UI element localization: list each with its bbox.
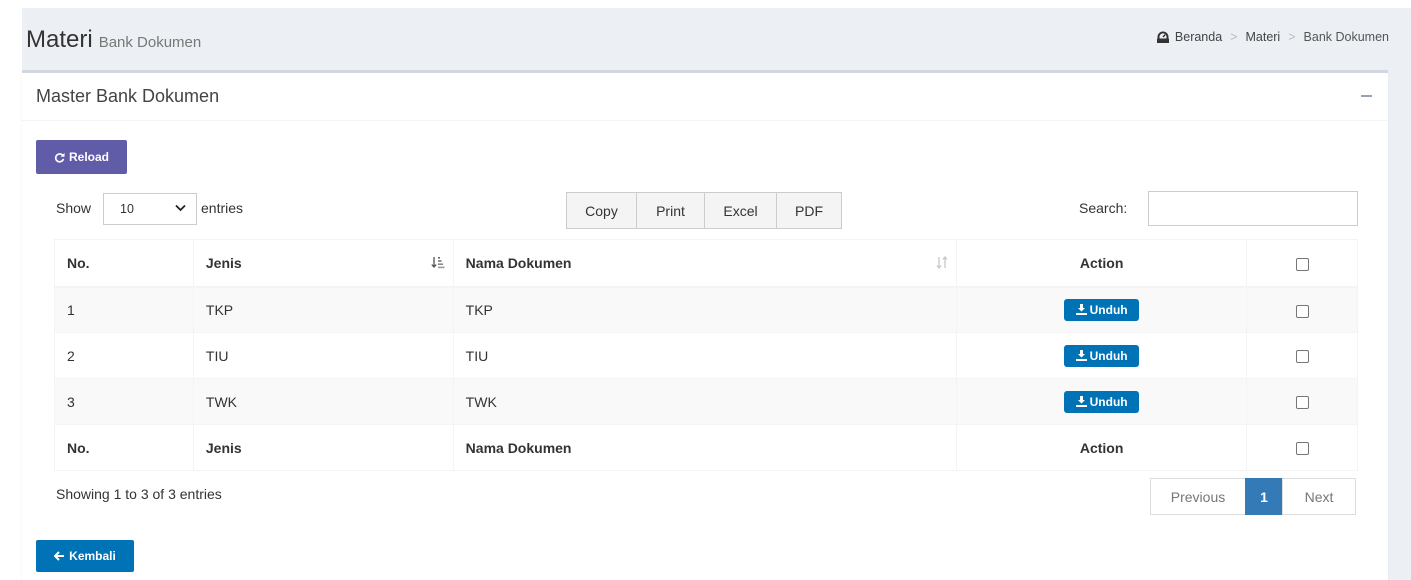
cell-nama-dokumen: TWK xyxy=(452,378,958,425)
page-subtitle: Bank Dokumen xyxy=(98,34,202,51)
breadcrumb-current: Bank Dokumen xyxy=(1303,30,1389,44)
breadcrumb-materi[interactable]: Materi xyxy=(1245,30,1280,44)
table-footer-row: No. Jenis Nama Dokumen Action xyxy=(54,424,1358,471)
unduh-button[interactable]: Unduh xyxy=(1064,344,1140,367)
excel-button[interactable]: Excel xyxy=(704,192,777,229)
cell-jenis: TIU xyxy=(192,332,454,379)
table-row: 1 TKP TKP Unduh xyxy=(54,286,1358,333)
row-checkbox[interactable] xyxy=(1295,350,1309,364)
box-header: Master Bank Dokumen xyxy=(22,73,1388,121)
page-length-value: 10 xyxy=(120,202,134,216)
show-label: Show xyxy=(56,200,92,216)
page-title: Materi Bank Dokumen xyxy=(26,26,201,54)
breadcrumb-home[interactable]: Beranda xyxy=(1175,30,1222,44)
left-edge xyxy=(0,0,22,580)
entries-label: entries xyxy=(201,200,244,216)
column-header-nama-dokumen[interactable]: Nama Dokumen xyxy=(452,239,958,288)
search-label: Search: xyxy=(1079,200,1128,216)
refresh-icon xyxy=(54,152,65,163)
unduh-label: Unduh xyxy=(1089,302,1128,317)
reload-label: Reload xyxy=(68,150,109,164)
select-all-cell xyxy=(1246,239,1358,288)
documents-table: No. Jenis Nama Dokumen Action 1 TKP TKP … xyxy=(54,239,1358,471)
column-header-action: Action xyxy=(956,239,1248,288)
footer-jenis: Jenis xyxy=(192,424,454,471)
breadcrumb-separator: > xyxy=(1288,30,1296,44)
cell-nama-dokumen: TKP xyxy=(452,286,958,333)
master-bank-dokumen-box: Master Bank Dokumen Reload Show 10 entri… xyxy=(22,70,1388,580)
footer-action: Action xyxy=(956,424,1248,471)
select-all-checkbox[interactable] xyxy=(1295,257,1309,271)
arrow-left-icon xyxy=(54,551,65,561)
cell-no: 3 xyxy=(54,378,194,425)
unduh-button[interactable]: Unduh xyxy=(1064,298,1140,321)
footer-checkbox[interactable] xyxy=(1295,442,1309,456)
chevron-down-icon xyxy=(175,204,186,212)
search-input[interactable] xyxy=(1148,191,1358,226)
footer-select xyxy=(1246,424,1358,471)
breadcrumb: Beranda > Materi > Bank Dokumen xyxy=(1156,30,1389,44)
content-header: Materi Bank Dokumen Beranda > Materi > Ba… xyxy=(22,8,1411,70)
unduh-button[interactable]: Unduh xyxy=(1064,390,1140,413)
table-row: 2 TIU TIU Unduh xyxy=(54,332,1358,379)
footer-nama-dokumen: Nama Dokumen xyxy=(452,424,958,471)
breadcrumb-separator: > xyxy=(1230,30,1238,44)
cell-action: Unduh xyxy=(956,286,1248,333)
kembali-label: Kembali xyxy=(69,549,116,563)
cell-action: Unduh xyxy=(956,332,1248,379)
minus-icon[interactable] xyxy=(1361,95,1372,97)
cell-jenis: TKP xyxy=(192,286,454,333)
dashboard-icon xyxy=(1156,31,1169,43)
table-info: Showing 1 to 3 of 3 entries xyxy=(56,486,222,502)
cell-select xyxy=(1246,332,1358,379)
cell-no: 1 xyxy=(54,286,194,333)
download-icon xyxy=(1075,350,1087,361)
column-header-no[interactable]: No. xyxy=(54,239,194,288)
pagination: Previous 1 Next xyxy=(1150,478,1356,515)
column-header-jenis[interactable]: Jenis xyxy=(192,239,454,288)
sort-both-icon xyxy=(936,256,948,269)
sort-asc-icon xyxy=(430,257,445,269)
cell-nama-dokumen: TIU xyxy=(452,332,958,379)
next-page-button[interactable]: Next xyxy=(1282,478,1356,515)
unduh-label: Unduh xyxy=(1089,394,1128,409)
column-header-jenis-label: Jenis xyxy=(205,254,242,271)
cell-select xyxy=(1246,286,1358,333)
box-title: Master Bank Dokumen xyxy=(36,86,220,106)
pdf-button[interactable]: PDF xyxy=(776,192,842,229)
table-row: 3 TWK TWK Unduh xyxy=(54,378,1358,425)
copy-button[interactable]: Copy xyxy=(566,192,637,229)
cell-action: Unduh xyxy=(956,378,1248,425)
column-header-nama-label: Nama Dokumen xyxy=(465,254,572,271)
print-button[interactable]: Print xyxy=(636,192,705,229)
reload-button[interactable]: Reload xyxy=(36,140,127,174)
download-icon xyxy=(1075,396,1087,407)
cell-jenis: TWK xyxy=(192,378,454,425)
download-icon xyxy=(1075,304,1087,316)
footer-no: No. xyxy=(54,424,194,471)
unduh-label: Unduh xyxy=(1089,348,1128,363)
kembali-button[interactable]: Kembali xyxy=(36,540,134,572)
export-buttons: Copy Print Excel PDF xyxy=(566,192,842,229)
row-checkbox[interactable] xyxy=(1295,396,1309,410)
cell-no: 2 xyxy=(54,332,194,379)
top-edge xyxy=(0,0,1411,8)
page-1-button[interactable]: 1 xyxy=(1245,478,1283,515)
row-checkbox[interactable] xyxy=(1295,304,1309,318)
page-length-select[interactable]: 10 xyxy=(103,193,197,225)
page-title-text: Materi xyxy=(26,26,93,53)
cell-select xyxy=(1246,378,1358,425)
previous-page-button[interactable]: Previous xyxy=(1150,478,1246,515)
table-header-row: No. Jenis Nama Dokumen Action xyxy=(54,239,1358,288)
